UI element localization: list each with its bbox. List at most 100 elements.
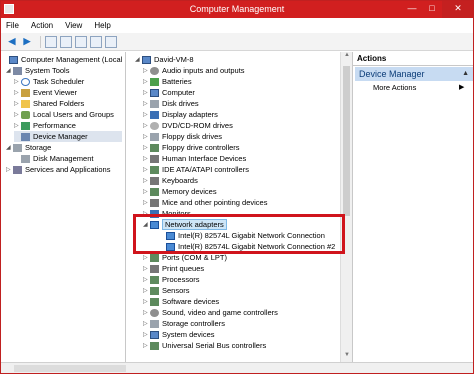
- show-hide-tree-icon[interactable]: [60, 35, 72, 48]
- device-category[interactable]: ▷ Sensors: [143, 285, 190, 296]
- device-category[interactable]: ▷ Batteries: [143, 76, 192, 87]
- device-category[interactable]: ▷ Processors: [143, 274, 200, 285]
- device-category[interactable]: ◢ Network adapters: [143, 219, 227, 230]
- collapsed-arrow-icon[interactable]: ▷: [143, 309, 150, 316]
- collapsed-arrow-icon[interactable]: ▷: [143, 320, 150, 327]
- device-category[interactable]: ▷ Sound, video and game controllers: [143, 307, 278, 318]
- collapsed-arrow-icon[interactable]: ▷: [143, 265, 150, 272]
- expanded-arrow-icon[interactable]: ◢: [6, 144, 13, 151]
- tree-item-storage[interactable]: ◢ Storage: [6, 142, 51, 153]
- menu-view[interactable]: View: [65, 21, 82, 30]
- collapsed-arrow-icon[interactable]: ▷: [14, 111, 21, 118]
- device-item-child[interactable]: Intel(R) 82574L Gigabit Network Connecti…: [159, 241, 335, 252]
- device-category[interactable]: ▷ Computer: [143, 87, 195, 98]
- collapsed-arrow-icon[interactable]: ▷: [143, 78, 150, 85]
- menu-help[interactable]: Help: [94, 21, 110, 30]
- tree-item-disk-management[interactable]: Disk Management: [14, 153, 93, 164]
- collapsed-arrow-icon[interactable]: ▷: [143, 188, 150, 195]
- collapsed-arrow-icon[interactable]: ▷: [14, 78, 21, 85]
- device-category[interactable]: ▷ Storage controllers: [143, 318, 225, 329]
- expanded-arrow-icon[interactable]: ◢: [143, 221, 150, 228]
- menu-file[interactable]: File: [6, 21, 19, 30]
- device-category[interactable]: ▷ Ports (COM & LPT): [143, 252, 227, 263]
- device-category[interactable]: ▷ Print queues: [143, 263, 204, 274]
- horizontal-scrollbar[interactable]: [14, 365, 126, 372]
- vertical-scrollbar[interactable]: ▲ ▼: [340, 52, 352, 362]
- collapsed-arrow-icon[interactable]: ▷: [143, 287, 150, 294]
- tree-item-performance[interactable]: ▷ Performance: [14, 120, 76, 131]
- tree-item-shared-folders[interactable]: ▷ Shared Folders: [14, 98, 84, 109]
- device-category[interactable]: ▷ Universal Serial Bus controllers: [143, 340, 266, 351]
- tree-item-services-applications[interactable]: ▷ Services and Applications: [6, 164, 110, 175]
- device-category[interactable]: ▷ Floppy drive controllers: [143, 142, 240, 153]
- collapsed-arrow-icon[interactable]: ▷: [143, 89, 150, 96]
- device-category[interactable]: ▷ Human Interface Devices: [143, 153, 246, 164]
- collapsed-arrow-icon[interactable]: ▷: [14, 89, 21, 96]
- collapsed-arrow-icon[interactable]: ▷: [143, 177, 150, 184]
- device-label: DVD/CD-ROM drives: [162, 121, 233, 130]
- device-manager-icon: [21, 132, 30, 141]
- title-bar[interactable]: Computer Management — □ ✕: [0, 0, 474, 18]
- device-category[interactable]: ▷ IDE ATA/ATAPI controllers: [143, 164, 249, 175]
- actions-section-device-manager[interactable]: Device Manager ▲: [355, 67, 473, 81]
- collapse-caret-icon[interactable]: ▲: [462, 67, 469, 81]
- collapsed-arrow-icon[interactable]: ▷: [143, 111, 150, 118]
- back-icon[interactable]: ◀: [6, 36, 18, 48]
- collapsed-arrow-icon[interactable]: ▷: [14, 122, 21, 129]
- collapsed-arrow-icon[interactable]: ▷: [143, 100, 150, 107]
- tree-item-local-users[interactable]: ▷ Local Users and Groups: [14, 109, 114, 120]
- expanded-arrow-icon[interactable]: ◢: [135, 56, 142, 63]
- device-category[interactable]: ▷ DVD/CD-ROM drives: [143, 120, 233, 131]
- device-category[interactable]: ▷ Audio inputs and outputs: [143, 65, 245, 76]
- sound-icon: [150, 308, 159, 317]
- collapsed-arrow-icon[interactable]: ▷: [6, 166, 13, 173]
- sensor-icon: [150, 286, 159, 295]
- scrollbar-thumb[interactable]: [343, 66, 350, 216]
- tree-item-event-viewer[interactable]: ▷ Event Viewer: [14, 87, 77, 98]
- collapsed-arrow-icon[interactable]: ▷: [143, 133, 150, 140]
- tree-item-computer-management[interactable]: Computer Management (Local: [2, 54, 122, 65]
- collapsed-arrow-icon[interactable]: ▷: [143, 122, 150, 129]
- maximize-button[interactable]: □: [422, 0, 442, 18]
- device-item-child[interactable]: Intel(R) 82574L Gigabit Network Connecti…: [159, 230, 325, 241]
- expanded-arrow-icon[interactable]: ◢: [6, 67, 13, 74]
- storage-icon: [13, 143, 22, 152]
- collapsed-arrow-icon[interactable]: ▷: [143, 155, 150, 162]
- actions-pane: Actions Device Manager ▲ More Actions ▶: [352, 52, 474, 362]
- device-category[interactable]: ▷ Display adapters: [143, 109, 218, 120]
- properties-icon[interactable]: [75, 35, 87, 48]
- users-icon: [21, 110, 30, 119]
- more-actions-link[interactable]: More Actions ▶: [373, 83, 464, 92]
- device-category[interactable]: ▷ Keyboards: [143, 175, 198, 186]
- collapsed-arrow-icon[interactable]: ▷: [143, 199, 150, 206]
- collapsed-arrow-icon[interactable]: ▷: [143, 331, 150, 338]
- minimize-button[interactable]: —: [402, 0, 422, 18]
- scan-hardware-icon[interactable]: [105, 35, 117, 48]
- device-category[interactable]: ▷ Software devices: [143, 296, 219, 307]
- tree-item-task-scheduler[interactable]: ▷ Task Scheduler: [14, 76, 84, 87]
- help-icon[interactable]: [90, 35, 102, 48]
- collapsed-arrow-icon[interactable]: ▷: [143, 144, 150, 151]
- collapsed-arrow-icon[interactable]: ▷: [14, 100, 21, 107]
- tree-item-system-tools[interactable]: ◢ System Tools: [6, 65, 69, 76]
- device-category[interactable]: ▷ Memory devices: [143, 186, 217, 197]
- collapsed-arrow-icon[interactable]: ▷: [143, 276, 150, 283]
- device-category[interactable]: ▷ Floppy disk drives: [143, 131, 222, 142]
- device-category[interactable]: ▷ Mice and other pointing devices: [143, 197, 267, 208]
- tree-item-device-manager[interactable]: Device Manager: [14, 131, 122, 142]
- close-button[interactable]: ✕: [442, 0, 474, 18]
- device-category[interactable]: ▷ Monitors: [143, 208, 191, 219]
- collapsed-arrow-icon[interactable]: ▷: [143, 298, 150, 305]
- event-icon: [21, 88, 30, 97]
- up-folder-icon[interactable]: [45, 35, 57, 48]
- collapsed-arrow-icon[interactable]: ▷: [143, 67, 150, 74]
- collapsed-arrow-icon[interactable]: ▷: [143, 166, 150, 173]
- menu-action[interactable]: Action: [31, 21, 53, 30]
- collapsed-arrow-icon[interactable]: ▷: [143, 342, 150, 349]
- device-category[interactable]: ▷ System devices: [143, 329, 215, 340]
- collapsed-arrow-icon[interactable]: ▷: [143, 210, 150, 217]
- device-root[interactable]: ◢ David-VM-8: [135, 54, 194, 65]
- device-category[interactable]: ▷ Disk drives: [143, 98, 199, 109]
- collapsed-arrow-icon[interactable]: ▷: [143, 254, 150, 261]
- forward-icon[interactable]: ▶: [21, 36, 33, 48]
